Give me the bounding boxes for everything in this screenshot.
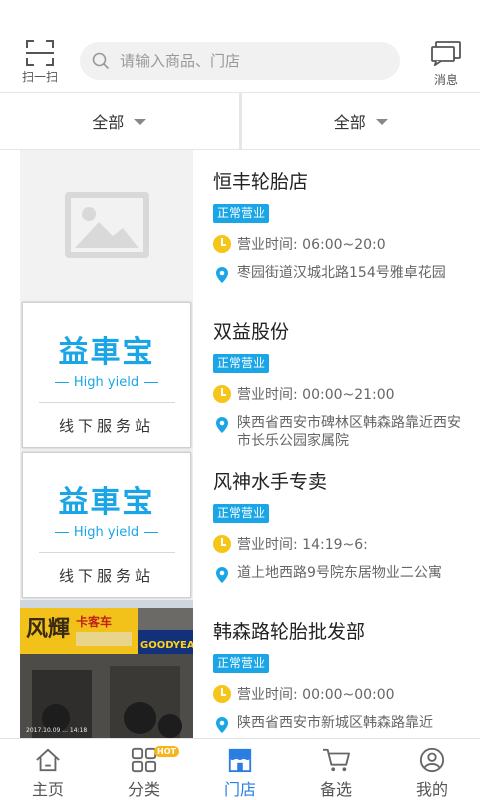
- divider: [38, 402, 175, 403]
- scan-button[interactable]: 扫一扫: [18, 40, 62, 84]
- store-item[interactable]: 益車宝 High yield 线下服务站 双益股份 正常营业 营业时间: 00:…: [0, 300, 480, 450]
- filter-bar: 全部 全部: [0, 92, 480, 150]
- hours-text: 营业时间: 06:00~20:0: [237, 237, 386, 253]
- scan-icon: [26, 40, 54, 66]
- store-item[interactable]: 益車宝 High yield 线下服务站 风神水手专卖 正常营业 营业时间: 1…: [0, 450, 480, 600]
- clock-icon: [213, 685, 231, 703]
- store-item[interactable]: 恒丰轮胎店 正常营业 营业时间: 06:00~20:0 枣园街道汉城北路154号…: [0, 150, 480, 300]
- store-hours: 营业时间: 00:00~00:00: [213, 684, 468, 704]
- status-badge: 正常营业: [213, 354, 270, 373]
- message-label: 消息: [433, 73, 458, 87]
- store-address[interactable]: 道上地西路9号院东居物业二公寓: [213, 564, 468, 584]
- store-info: 韩森路轮胎批发部 正常营业 营业时间: 00:00~00:00 陕西省西安市新城…: [213, 600, 468, 734]
- tab-label: 主页: [31, 780, 64, 799]
- store-info: 风神水手专卖 正常营业 营业时间: 14:19~6: 道上地西路9号院东居物业二…: [213, 450, 468, 584]
- status-badge: 正常营业: [213, 204, 270, 223]
- address-text: 道上地西路9号院东居物业二公寓: [237, 565, 442, 581]
- brand-sign-text: GOODYEAR: [140, 640, 193, 651]
- store-name: 恒丰轮胎店: [213, 171, 309, 193]
- store-address[interactable]: 枣园街道汉城北路154号雅卓花园: [213, 264, 468, 284]
- store-image-placeholder: [20, 150, 193, 300]
- message-button[interactable]: 消息: [424, 40, 468, 87]
- brand-logo-card: 益車宝 High yield 线下服务站: [22, 302, 191, 448]
- top-header: 扫一扫 消息: [0, 0, 480, 92]
- store-image: 益車宝 High yield 线下服务站: [20, 450, 193, 600]
- location-pin-icon: [216, 267, 228, 283]
- brand-subtitle: 线下服务站: [58, 567, 154, 585]
- store-name: 韩森路轮胎批发部: [213, 621, 366, 643]
- brand-logo-text: 益車宝: [58, 335, 155, 370]
- scan-label: 扫一扫: [21, 70, 58, 84]
- filter-label: 全部: [333, 113, 366, 132]
- status-badge: 正常营业: [213, 654, 270, 673]
- brand-logo-text: 益車宝: [58, 485, 155, 520]
- store-address[interactable]: 陕西省西安市新城区韩森路靠近: [213, 714, 468, 734]
- tab-home[interactable]: 主页: [0, 739, 96, 800]
- store-hours: 营业时间: 14:19~6:: [213, 534, 468, 554]
- store-hours: 营业时间: 00:00~21:00: [213, 384, 468, 404]
- store-address[interactable]: 陕西省西安市碑林区韩森路靠近西安市长乐公园家属院: [213, 414, 468, 450]
- profile-icon: [419, 747, 445, 773]
- clock-icon: [213, 235, 231, 253]
- cart-icon: [323, 748, 350, 772]
- brand-subtitle: 线下服务站: [58, 417, 154, 435]
- location-pin-icon: [216, 567, 228, 583]
- location-pin-icon: [216, 717, 228, 733]
- store-photo: 风輝 卡客车 GOODYEAR 2017.10.09 ... 14:18: [20, 600, 193, 738]
- tab-cart[interactable]: 备选: [288, 739, 384, 800]
- photo-caption: 2017.10.09 ... 14:18: [26, 727, 87, 734]
- store-name: 双益股份: [213, 321, 290, 343]
- store-hours: 营业时间: 06:00~20:0: [213, 234, 468, 254]
- tab-store[interactable]: 门店: [192, 739, 288, 800]
- address-text: 陕西省西安市碑林区韩森路靠近西安市长乐公园家属院: [237, 415, 461, 449]
- status-badge: 正常营业: [213, 504, 270, 523]
- hours-text: 营业时间: 00:00~21:00: [237, 387, 395, 403]
- message-icon: [431, 41, 461, 68]
- address-text: 枣园街道汉城北路154号雅卓花园: [237, 265, 446, 281]
- store-info: 双益股份 正常营业 营业时间: 00:00~21:00 陕西省西安市碑林区韩森路…: [213, 300, 468, 450]
- filter-dropdown-1[interactable]: 全部: [0, 93, 239, 149]
- tab-label: 分类: [127, 780, 160, 799]
- filter-label: 全部: [92, 113, 125, 132]
- brand-logo-card: 益車宝 High yield 线下服务站: [22, 452, 191, 598]
- hours-text: 营业时间: 14:19~6:: [237, 537, 368, 553]
- tab-profile[interactable]: 我的: [384, 739, 480, 800]
- image-placeholder-icon: [64, 192, 149, 258]
- search-icon: [92, 52, 110, 70]
- divider: [38, 552, 175, 553]
- location-pin-icon: [216, 417, 228, 433]
- clock-icon: [213, 385, 231, 403]
- store-item[interactable]: 风輝 卡客车 GOODYEAR 2017.10.09 ... 14:18 韩森路…: [0, 600, 480, 738]
- filter-dropdown-2[interactable]: 全部: [242, 93, 480, 149]
- tab-label: 备选: [319, 780, 352, 799]
- tab-label: 我的: [415, 780, 448, 799]
- storefront-photo: 风輝 卡客车 GOODYEAR 2017.10.09 ... 14:18: [20, 600, 193, 738]
- address-text: 陕西省西安市新城区韩森路靠近: [237, 715, 433, 731]
- bottom-tab-bar: 主页 HOT 分类 门店 备选 我的: [0, 738, 480, 800]
- store-name: 风神水手专卖: [213, 471, 328, 493]
- home-icon: [36, 748, 60, 772]
- caret-down-icon: [134, 119, 147, 125]
- store-icon: [228, 748, 252, 773]
- shop-sign-text: 风輝: [26, 617, 70, 642]
- clock-icon: [213, 535, 231, 553]
- store-info: 恒丰轮胎店 正常营业 营业时间: 06:00~20:0 枣园街道汉城北路154号…: [213, 150, 468, 284]
- shop-sign-sub: 卡客车: [76, 614, 112, 629]
- hot-badge: HOT: [154, 746, 179, 757]
- tab-label: 门店: [223, 780, 256, 799]
- brand-tagline: High yield: [50, 375, 163, 390]
- brand-tagline: High yield: [50, 525, 163, 540]
- store-image: 益車宝 High yield 线下服务站: [20, 300, 193, 450]
- caret-down-icon: [375, 119, 388, 125]
- hours-text: 营业时间: 00:00~00:00: [237, 687, 395, 703]
- store-list[interactable]: 恒丰轮胎店 正常营业 营业时间: 06:00~20:0 枣园街道汉城北路154号…: [0, 150, 480, 738]
- search-bar[interactable]: [80, 42, 400, 80]
- search-input[interactable]: [120, 52, 380, 70]
- tab-category[interactable]: HOT 分类: [96, 739, 192, 800]
